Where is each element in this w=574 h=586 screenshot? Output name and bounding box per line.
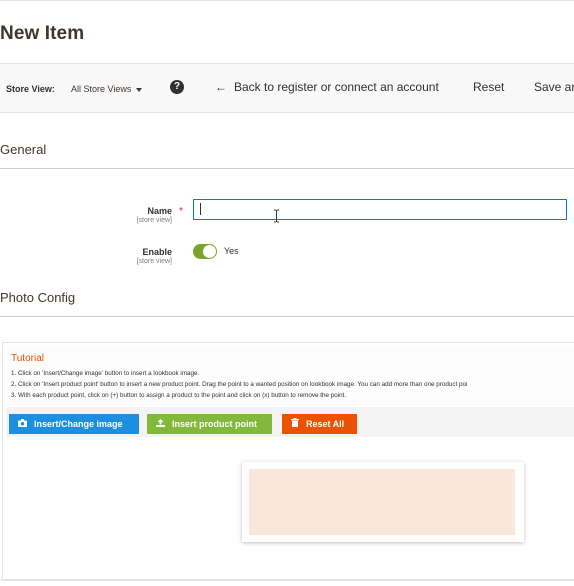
- tutorial-line: 2. Click on 'Insert product point' butto…: [11, 381, 468, 388]
- lookbook-image-frame[interactable]: [242, 462, 524, 542]
- insert-change-image-label: Insert/Change image: [34, 419, 123, 429]
- store-view-label: Store View:: [6, 84, 55, 94]
- save-button[interactable]: Save an: [534, 80, 574, 94]
- name-scope-text: [store view]: [136, 217, 172, 224]
- question-circle-icon[interactable]: ?: [170, 80, 184, 94]
- enable-label-text: Enable: [142, 247, 172, 257]
- back-button[interactable]: ← Back to register or connect an account: [215, 80, 439, 94]
- lookbook-canvas: [6, 437, 574, 578]
- camera-icon: [18, 414, 27, 434]
- enable-state-text: Yes: [224, 246, 239, 256]
- page-title: New Item: [0, 23, 85, 44]
- enable-toggle[interactable]: [193, 244, 217, 259]
- insert-product-point-label: Insert product point: [172, 419, 257, 429]
- lookbook-image-placeholder: [249, 469, 515, 535]
- text-cursor: [200, 203, 201, 215]
- section-title-general[interactable]: General: [0, 142, 46, 157]
- store-view-value: All Store Views: [71, 84, 132, 94]
- store-view-toolbar: Store View: All Store Views ? ← Back to r…: [0, 63, 574, 113]
- trash-icon: [291, 414, 299, 434]
- name-input[interactable]: [193, 199, 567, 220]
- tutorial-title: Tutorial: [11, 353, 44, 364]
- tutorial-box: Tutorial 1. Click on 'Insert/Change imag…: [6, 346, 574, 406]
- name-label-text: Name: [147, 206, 172, 216]
- enable-field-label: Enable [store view]: [137, 247, 172, 265]
- back-button-label: Back to register or connect an account: [234, 80, 439, 94]
- section-divider: [0, 168, 574, 169]
- chevron-down-icon: [136, 87, 143, 92]
- insert-change-image-button[interactable]: Insert/Change image: [9, 414, 139, 434]
- footer-divider: [0, 580, 574, 581]
- name-field-label: Name [store view]: [137, 206, 172, 224]
- lookbook-action-bar: Insert/Change image Insert product point…: [6, 407, 574, 437]
- section-divider: [0, 316, 574, 317]
- section-title-photo-config[interactable]: Photo Config: [0, 290, 75, 305]
- reset-all-label: Reset All: [306, 419, 345, 429]
- arrow-left-icon: ←: [215, 80, 227, 94]
- insert-product-point-button[interactable]: Insert product point: [147, 414, 272, 434]
- photo-config-panel: Tutorial 1. Click on 'Insert/Change imag…: [2, 342, 574, 580]
- store-view-switcher[interactable]: All Store Views: [71, 84, 143, 94]
- tutorial-line: 1. Click on 'Insert/Change image' button…: [11, 370, 200, 377]
- reset-button[interactable]: Reset: [473, 80, 504, 94]
- reset-all-button[interactable]: Reset All: [282, 414, 357, 434]
- toggle-knob: [203, 245, 216, 258]
- tutorial-line: 3. With each product point, click on (+)…: [11, 392, 347, 399]
- required-asterisk: *: [179, 206, 183, 217]
- upload-icon: [156, 414, 165, 434]
- enable-scope-text: [store view]: [136, 258, 172, 265]
- page-header: New Item: [0, 0, 574, 64]
- ibeam-cursor-icon: [274, 209, 279, 223]
